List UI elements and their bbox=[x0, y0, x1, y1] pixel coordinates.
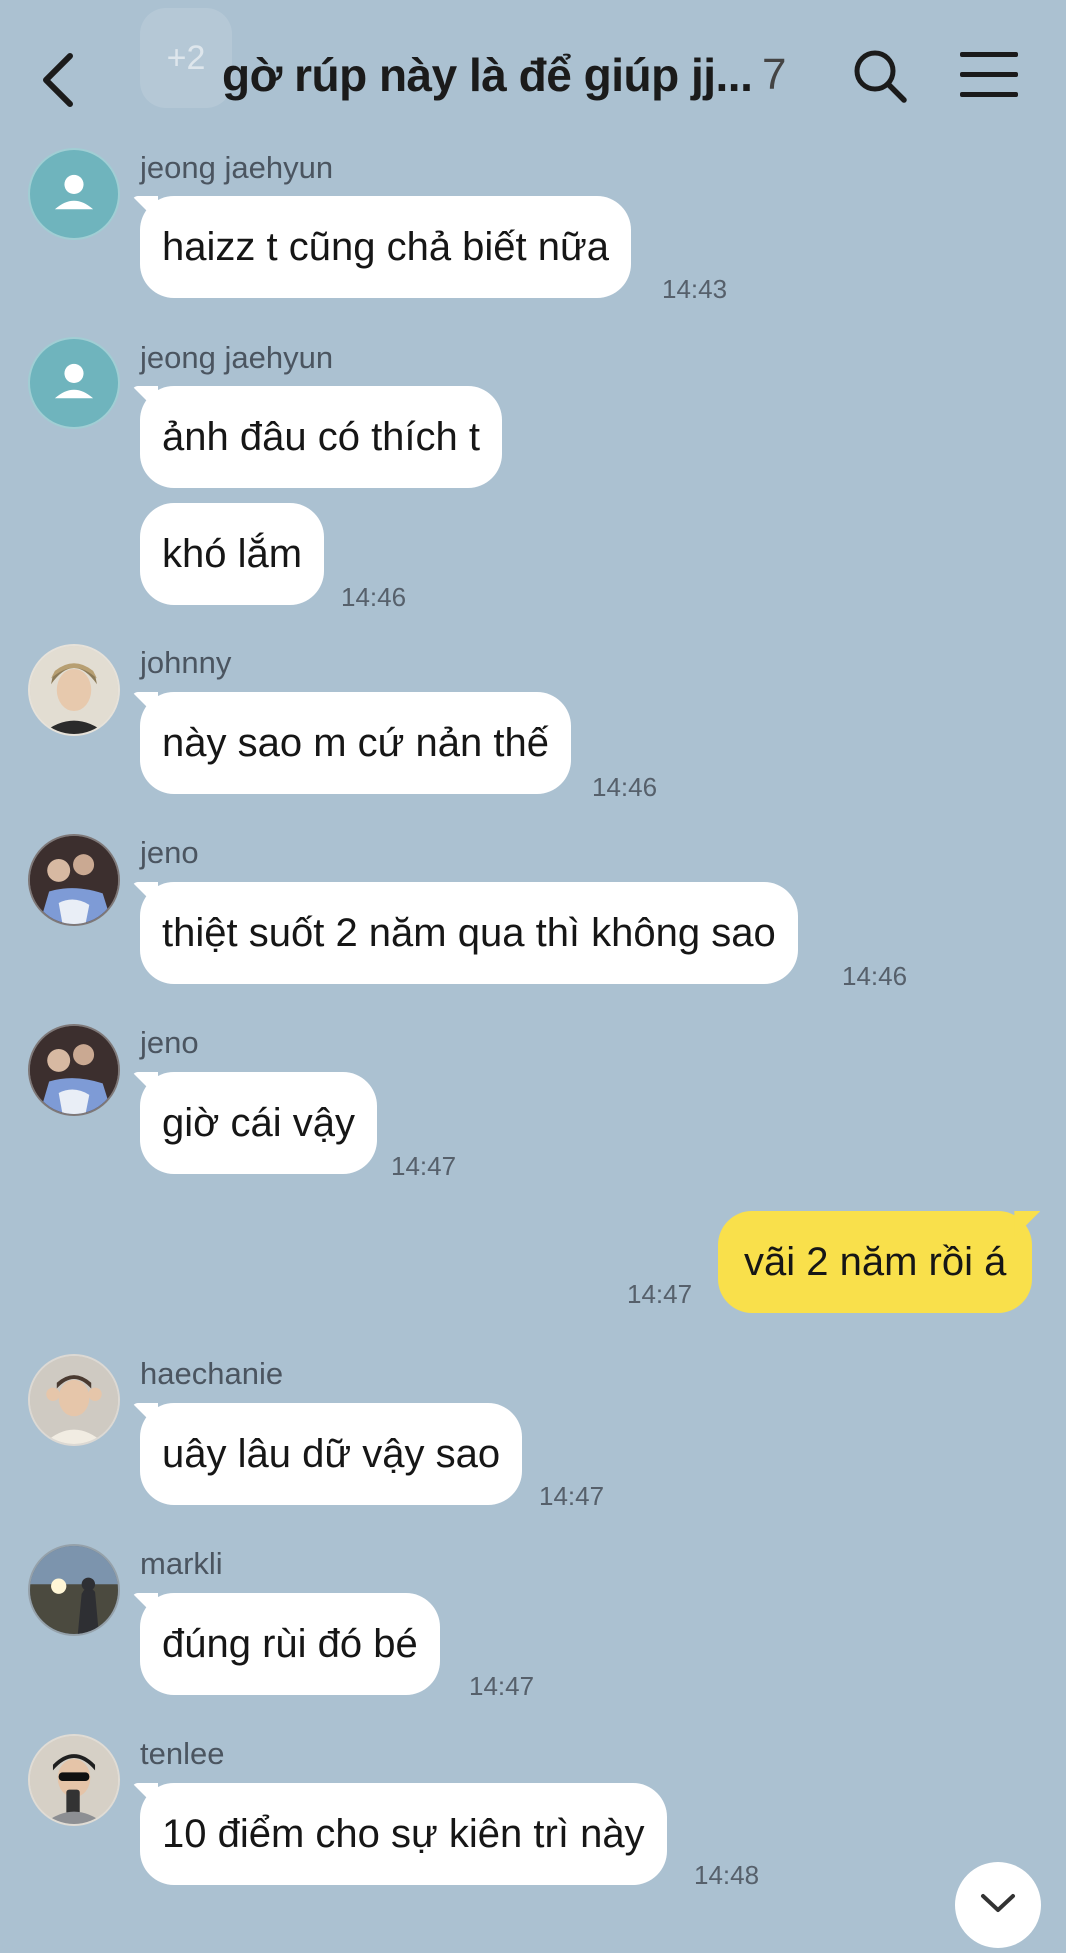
avatar[interactable] bbox=[28, 148, 120, 240]
sender-name: jeong jaehyun bbox=[140, 150, 334, 185]
sender-name: haechanie bbox=[140, 1356, 284, 1391]
timestamp: 14:47 bbox=[391, 1151, 457, 1181]
my-message-bubble[interactable]: vãi 2 năm rồi á bbox=[718, 1211, 1033, 1313]
timestamp: 14:46 bbox=[341, 582, 407, 612]
message-bubble[interactable]: đúng rùi đó bé bbox=[140, 1593, 440, 1695]
avatar[interactable] bbox=[28, 834, 120, 926]
timestamp: 14:47 bbox=[627, 1279, 693, 1309]
avatar[interactable] bbox=[28, 337, 120, 429]
sender-name: jeno bbox=[140, 1025, 199, 1060]
avatar[interactable] bbox=[28, 1544, 120, 1636]
sender-name: johnny bbox=[140, 645, 232, 680]
message-bubble[interactable]: haizz t cũng chả biết nữa bbox=[140, 196, 632, 298]
sender-name: tenlee bbox=[140, 1736, 225, 1771]
back-arrow-icon[interactable] bbox=[40, 52, 80, 108]
profile-photo bbox=[30, 646, 118, 734]
scroll-to-bottom-button[interactable] bbox=[955, 1862, 1041, 1948]
chat-title[interactable]: gờ rúp này là để giúp jj... bbox=[222, 48, 782, 102]
timestamp: 14:48 bbox=[694, 1860, 760, 1890]
sender-name: jeong jaehyun bbox=[140, 340, 334, 375]
profile-photo bbox=[30, 1026, 118, 1114]
default-person-icon bbox=[54, 363, 94, 399]
message-bubble[interactable]: 10 điểm cho sự kiên trì này bbox=[140, 1783, 667, 1885]
default-person-icon bbox=[54, 174, 94, 210]
message-bubble[interactable]: này sao m cứ nản thế bbox=[140, 692, 571, 794]
message-bubble[interactable]: uây lâu dữ vậy sao bbox=[140, 1403, 523, 1505]
member-count: 7 bbox=[762, 50, 787, 99]
profile-photo bbox=[30, 836, 118, 924]
sender-name: jeno bbox=[140, 835, 199, 870]
avatar[interactable] bbox=[28, 1024, 120, 1116]
message-bubble[interactable]: thiệt suốt 2 năm qua thì không sao bbox=[140, 882, 798, 984]
timestamp: 14:46 bbox=[842, 961, 908, 991]
profile-photo bbox=[30, 1736, 118, 1824]
message-bubble[interactable]: khó lắm bbox=[140, 503, 325, 605]
chat-header: +2 gờ rúp này là để giúp jj... 7 bbox=[0, 0, 1066, 140]
timestamp: 14:46 bbox=[592, 772, 658, 802]
profile-photo bbox=[30, 1546, 118, 1634]
menu-icon[interactable] bbox=[960, 52, 1018, 98]
chevron-down-icon bbox=[981, 1894, 1015, 1912]
avatar[interactable] bbox=[28, 1354, 120, 1446]
timestamp: 14:47 bbox=[539, 1481, 605, 1511]
message-bubble[interactable]: giờ cái vậy bbox=[140, 1072, 377, 1174]
avatar[interactable] bbox=[28, 644, 120, 736]
timestamp: 14:43 bbox=[662, 274, 728, 304]
avatar[interactable] bbox=[28, 1734, 120, 1826]
profile-photo bbox=[30, 1356, 118, 1444]
search-icon[interactable] bbox=[852, 48, 908, 104]
message-bubble[interactable]: ảnh đâu có thích t bbox=[140, 386, 503, 488]
sender-name: markli bbox=[140, 1546, 223, 1581]
overlay-badge: +2 bbox=[140, 8, 232, 108]
timestamp: 14:47 bbox=[469, 1671, 535, 1701]
